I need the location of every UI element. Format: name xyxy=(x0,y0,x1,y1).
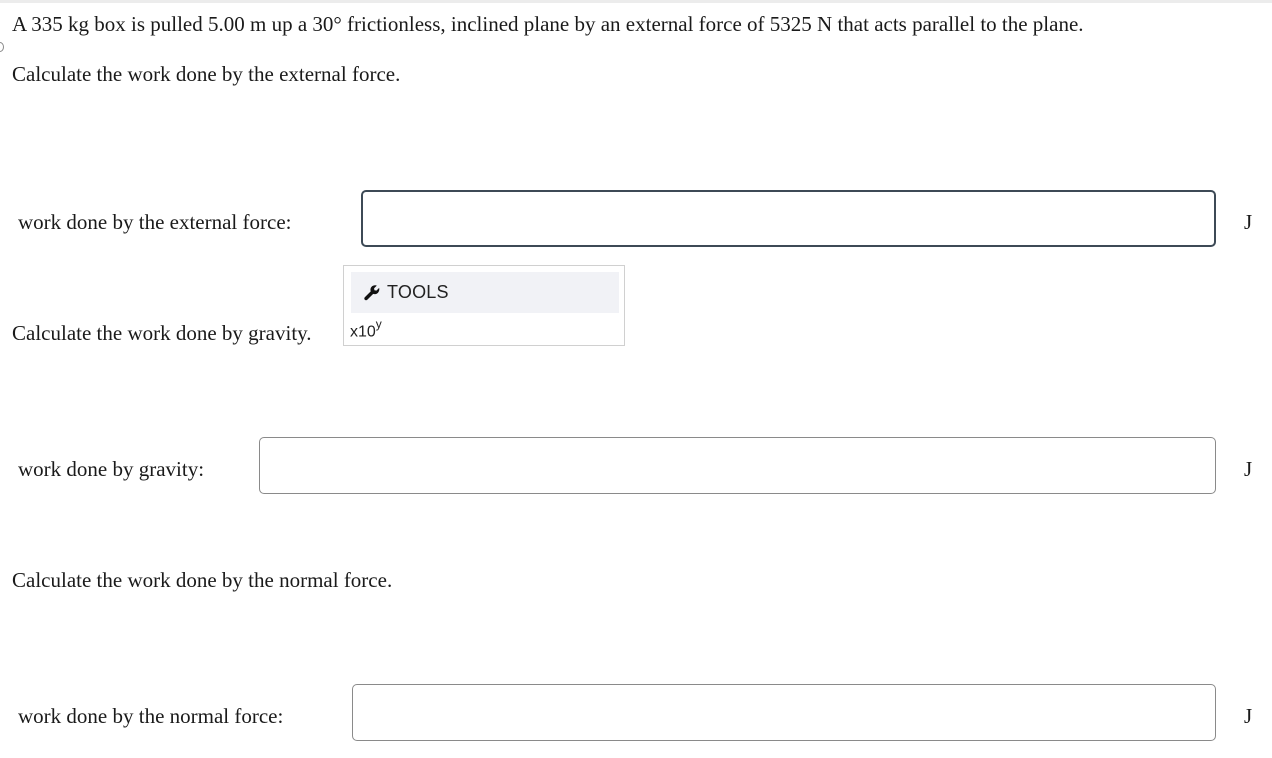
tools-popup: TOOLS x10y xyxy=(343,265,625,346)
scientific-notation-button[interactable]: x10y xyxy=(350,316,382,342)
tools-label: TOOLS xyxy=(387,282,449,302)
unit-label-normal-force: J xyxy=(1244,704,1253,728)
tools-toggle-button[interactable]: TOOLS xyxy=(351,272,619,313)
answer-label-normal-force: work done by the normal force: xyxy=(18,704,284,728)
question-external-force: Calculate the work done by the external … xyxy=(12,62,401,86)
wrench-icon xyxy=(363,284,381,302)
top-border-strip xyxy=(0,0,1272,3)
question-gravity: Calculate the work done by gravity. xyxy=(12,321,312,345)
answer-input-gravity[interactable] xyxy=(259,437,1216,494)
answer-label-external-force: work done by the external force: xyxy=(18,210,292,234)
answer-input-normal-force[interactable] xyxy=(352,684,1216,741)
problem-statement: A 335 kg box is pulled 5.00 m up a 30° f… xyxy=(12,12,1084,36)
question-normal-force: Calculate the work done by the normal fo… xyxy=(12,568,393,592)
unit-label-external-force: J xyxy=(1244,210,1253,234)
edge-marker xyxy=(0,42,4,52)
sci-notation-exponent: y xyxy=(375,317,382,331)
answer-input-external-force[interactable] xyxy=(361,190,1216,247)
sci-notation-base: x10 xyxy=(350,323,376,341)
answer-label-gravity: work done by gravity: xyxy=(18,457,205,481)
unit-label-gravity: J xyxy=(1244,457,1253,481)
